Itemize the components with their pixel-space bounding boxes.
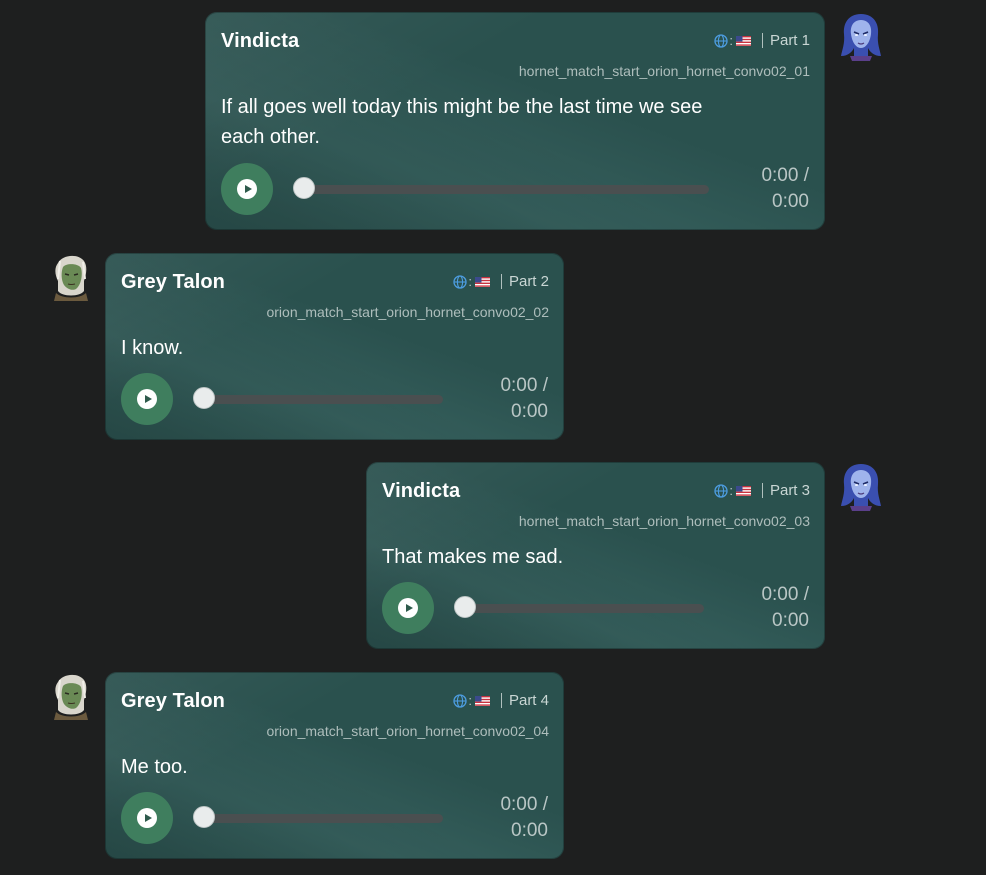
audio-time: 0:00 / 0:00 xyxy=(761,163,809,215)
globe-icon xyxy=(453,693,467,708)
us-flag-icon xyxy=(474,276,490,287)
globe-icon xyxy=(714,483,728,498)
audio-progress-thumb[interactable] xyxy=(193,387,215,409)
message-meta: : Part 3 xyxy=(714,482,810,499)
message-text-line-2: each other. xyxy=(221,126,320,148)
message-text-line-1: Me too. xyxy=(121,756,188,778)
audio-time: 0:00 / 0:00 xyxy=(500,373,548,425)
part-label: Part 3 xyxy=(769,482,810,499)
grey-talon-avatar xyxy=(48,672,94,722)
audio-filename: hornet_match_start_orion_hornet_convo02_… xyxy=(518,63,810,79)
message-bubble-2: Grey Talon : Part 2 orion_match_start_or… xyxy=(105,253,564,440)
audio-current-time: 0:00 / xyxy=(500,375,548,396)
audio-current-time: 0:00 / xyxy=(761,584,809,605)
play-button[interactable] xyxy=(121,792,173,844)
message-text-line-1: If all goes well today this might be the… xyxy=(221,96,703,118)
language-separator: : xyxy=(468,693,472,708)
us-flag-icon xyxy=(474,695,490,706)
message-bubble-3: Vindicta : Part 3 hornet_match_start_ori… xyxy=(366,462,825,649)
audio-player: 0:00 / 0:00 xyxy=(121,792,548,844)
audio-filename: hornet_match_start_orion_hornet_convo02_… xyxy=(518,513,810,529)
audio-current-time: 0:00 / xyxy=(500,794,548,815)
language-separator: : xyxy=(729,483,733,498)
play-icon xyxy=(137,808,157,828)
audio-total-time: 0:00 xyxy=(772,191,809,212)
audio-player: 0:00 / 0:00 xyxy=(382,582,809,634)
message-meta: : Part 2 xyxy=(453,273,549,290)
audio-progress-thumb[interactable] xyxy=(454,596,476,618)
meta-divider xyxy=(761,483,763,498)
play-icon xyxy=(237,179,257,199)
audio-filename: orion_match_start_orion_hornet_convo02_0… xyxy=(266,723,549,739)
speaker-name: Vindicta xyxy=(382,480,461,502)
message-text: If all goes well today this might be the… xyxy=(221,92,702,152)
language-separator: : xyxy=(729,33,733,48)
audio-total-time: 0:00 xyxy=(772,610,809,631)
audio-current-time: 0:00 / xyxy=(761,165,809,186)
message-text: That makes me sad. xyxy=(382,542,563,572)
audio-time: 0:00 / 0:00 xyxy=(761,582,809,634)
audio-filename: orion_match_start_orion_hornet_convo02_0… xyxy=(266,304,549,320)
globe-icon xyxy=(714,33,728,48)
part-label: Part 4 xyxy=(508,692,549,709)
us-flag-icon xyxy=(735,485,751,496)
speaker-name: Vindicta xyxy=(221,30,300,52)
meta-divider xyxy=(761,33,763,48)
audio-progress-track[interactable] xyxy=(199,395,443,404)
vindicta-avatar xyxy=(838,462,884,512)
audio-progress-thumb[interactable] xyxy=(293,177,315,199)
audio-progress-track[interactable] xyxy=(299,185,709,194)
play-button[interactable] xyxy=(121,373,173,425)
audio-progress-track[interactable] xyxy=(199,814,443,823)
audio-total-time: 0:00 xyxy=(511,401,548,422)
audio-total-time: 0:00 xyxy=(511,820,548,841)
meta-divider xyxy=(500,274,502,289)
message-text-line-1: I know. xyxy=(121,337,184,359)
play-icon xyxy=(398,598,418,618)
play-button[interactable] xyxy=(382,582,434,634)
audio-player: 0:00 / 0:00 xyxy=(221,163,809,215)
grey-talon-avatar xyxy=(48,253,94,303)
message-meta: : Part 4 xyxy=(453,692,549,709)
message-bubble-1: Vindicta : Part 1 hornet_match_start_ori… xyxy=(205,12,825,230)
play-icon xyxy=(137,389,157,409)
part-label: Part 2 xyxy=(508,273,549,290)
globe-icon xyxy=(453,274,467,289)
speaker-name: Grey Talon xyxy=(121,271,225,293)
message-text: Me too. xyxy=(121,752,188,782)
us-flag-icon xyxy=(735,35,751,46)
audio-progress-thumb[interactable] xyxy=(193,806,215,828)
meta-divider xyxy=(500,693,502,708)
play-button[interactable] xyxy=(221,163,273,215)
language-separator: : xyxy=(468,274,472,289)
message-meta: : Part 1 xyxy=(714,32,810,49)
audio-time: 0:00 / 0:00 xyxy=(500,792,548,844)
message-text-line-1: That makes me sad. xyxy=(382,546,564,568)
message-text: I know. xyxy=(121,333,183,363)
vindicta-avatar xyxy=(838,12,884,62)
part-label: Part 1 xyxy=(769,32,810,49)
message-bubble-4: Grey Talon : Part 4 orion_match_start_or… xyxy=(105,672,564,859)
audio-progress-track[interactable] xyxy=(460,604,704,613)
audio-player: 0:00 / 0:00 xyxy=(121,373,548,425)
speaker-name: Grey Talon xyxy=(121,690,225,712)
